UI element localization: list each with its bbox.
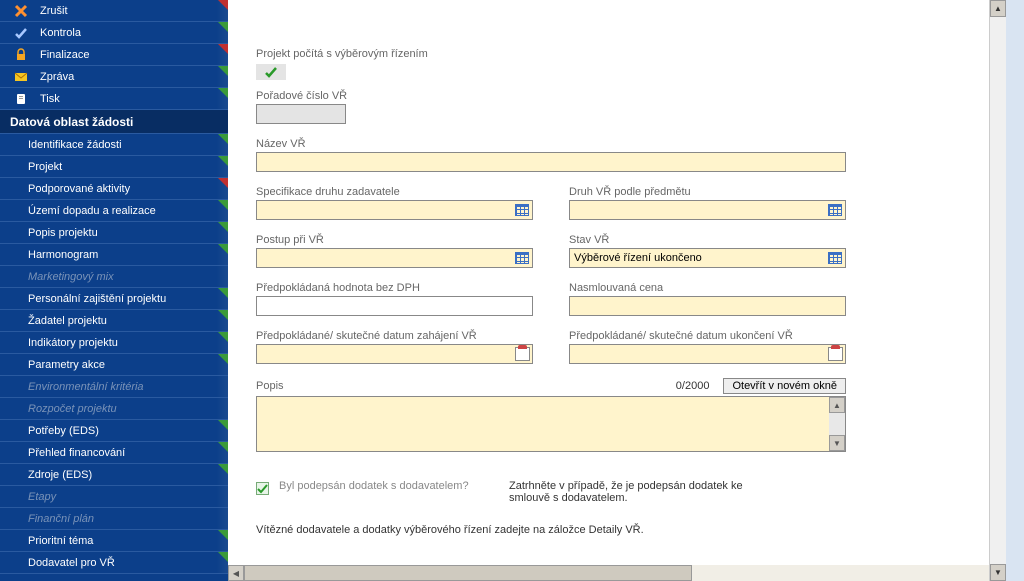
nazev-label: Název VŘ <box>256 138 846 150</box>
sidebar-label: Zpráva <box>40 71 74 83</box>
predp-hodnota-input[interactable] <box>256 296 533 316</box>
sidebar-item-etapy[interactable]: Etapy <box>0 486 228 508</box>
scroll-down-icon[interactable]: ▼ <box>829 435 845 451</box>
dodatek-row: Byl podepsán dodatek s dodavatelem? Zatr… <box>256 480 846 504</box>
sidebar-item-dodavatel[interactable]: Dodavatel pro VŘ <box>0 552 228 574</box>
dodatek-checkbox[interactable] <box>256 482 269 495</box>
sidebar-label: Finalizace <box>40 49 90 61</box>
sidebar-item-indikatory[interactable]: Indikátory projektu <box>0 332 228 354</box>
sidebar-label: Zrušit <box>40 5 68 17</box>
sidebar-item-popis[interactable]: Popis projektu <box>0 222 228 244</box>
picker-icon[interactable] <box>512 201 532 219</box>
sidebar-item-parametry[interactable]: Parametry akce <box>0 354 228 376</box>
datum-zahaj-label: Předpokládané/ skutečné datum zahájení V… <box>256 330 533 342</box>
main-form: Projekt počítá s výběrovým řízením Pořad… <box>228 0 1006 581</box>
horizontal-scrollbar[interactable]: ◀ ▶ <box>228 565 1006 581</box>
mail-icon <box>14 70 28 84</box>
check-icon <box>14 26 28 40</box>
sidebar-item-financni[interactable]: Finanční plán <box>0 508 228 530</box>
datum-zahaj-input[interactable] <box>256 344 533 364</box>
textarea-scrollbar[interactable]: ▲ ▼ <box>829 397 845 451</box>
sidebar-item-zadatel[interactable]: Žadatel projektu <box>0 310 228 332</box>
projekt-pocita-checkbox[interactable] <box>256 64 286 80</box>
sidebar-item-podporovane[interactable]: Podporované aktivity <box>0 178 228 200</box>
nasml-cena-input[interactable] <box>569 296 846 316</box>
popis-textarea[interactable]: ▲ ▼ <box>256 396 846 452</box>
sidebar-top-finalizace[interactable]: Finalizace <box>0 44 228 66</box>
stav-label: Stav VŘ <box>569 234 846 246</box>
nasml-cena-label: Nasmlouvaná cena <box>569 282 846 294</box>
poradove-label: Pořadové číslo VŘ <box>256 90 846 102</box>
lock-icon <box>14 48 28 62</box>
datum-ukon-label: Předpokládané/ skutečné datum ukončení V… <box>569 330 846 342</box>
vertical-scrollbar[interactable]: ▲ ▼ <box>989 0 1006 581</box>
poradove-input[interactable] <box>256 104 346 124</box>
scroll-left-icon[interactable]: ◀ <box>228 565 244 581</box>
sidebar-item-projekt[interactable]: Projekt <box>0 156 228 178</box>
sidebar-top-kontrola[interactable]: Kontrola <box>0 22 228 44</box>
sidebar-item-harmonogram[interactable]: Harmonogram <box>0 244 228 266</box>
stav-input[interactable]: Výběrové řízení ukončeno <box>569 248 846 268</box>
sidebar-item-zdroje[interactable]: Zdroje (EDS) <box>0 464 228 486</box>
picker-icon[interactable] <box>825 249 845 267</box>
sidebar-label: Kontrola <box>40 27 81 39</box>
popis-counter: 0/2000 <box>676 380 710 392</box>
sidebar-item-identifikace[interactable]: Identifikace žádosti <box>0 134 228 156</box>
sidebar-item-env[interactable]: Environmentální kritéria <box>0 376 228 398</box>
druh-input[interactable] <box>569 200 846 220</box>
spec-label: Specifikace druhu zadavatele <box>256 186 533 198</box>
sidebar-item-rozpocet[interactable]: Rozpočet projektu <box>0 398 228 420</box>
sidebar-item-marketing[interactable]: Marketingový mix <box>0 266 228 288</box>
picker-icon[interactable] <box>825 201 845 219</box>
calendar-icon[interactable] <box>512 345 532 363</box>
sidebar: Zrušit Kontrola Finalizace Zpráva <box>0 0 228 581</box>
picker-icon[interactable] <box>512 249 532 267</box>
popis-label: Popis <box>256 380 284 392</box>
sidebar-section-header: Datová oblast žádosti <box>0 110 228 134</box>
projekt-pocita-label: Projekt počítá s výběrovým řízením <box>256 48 846 60</box>
calendar-icon[interactable] <box>825 345 845 363</box>
sidebar-item-prioritni[interactable]: Prioritní téma <box>0 530 228 552</box>
sidebar-label: Tisk <box>40 93 60 105</box>
print-icon <box>14 92 28 106</box>
sidebar-item-prehled[interactable]: Přehled financování <box>0 442 228 464</box>
sidebar-item-personalni[interactable]: Personální zajištění projektu <box>0 288 228 310</box>
postup-label: Postup při VŘ <box>256 234 533 246</box>
nazev-input[interactable] <box>256 152 846 172</box>
sidebar-item-potreby[interactable]: Potřeby (EDS) <box>0 420 228 442</box>
sidebar-top-tisk[interactable]: Tisk <box>0 88 228 110</box>
predp-hodnota-label: Předpokládaná hodnota bez DPH <box>256 282 533 294</box>
sidebar-top-zprava[interactable]: Zpráva <box>0 66 228 88</box>
dodatek-check-label: Byl podepsán dodatek s dodavatelem? <box>279 480 499 492</box>
scroll-down-icon[interactable]: ▼ <box>990 564 1006 581</box>
spec-input[interactable] <box>256 200 533 220</box>
scroll-up-icon[interactable]: ▲ <box>990 0 1006 17</box>
stav-value: Výběrové řízení ukončeno <box>574 252 702 264</box>
cancel-icon <box>14 4 28 18</box>
bottom-note: Vítězné dodavatele a dodatky výběrového … <box>256 524 846 536</box>
sidebar-item-uzemi[interactable]: Území dopadu a realizace <box>0 200 228 222</box>
dodatek-desc: Zatrhněte v případě, že je podepsán doda… <box>509 480 779 504</box>
postup-input[interactable] <box>256 248 533 268</box>
scroll-up-icon[interactable]: ▲ <box>829 397 845 413</box>
open-new-window-button[interactable]: Otevřít v novém okně <box>723 378 846 394</box>
druh-label: Druh VŘ podle předmětu <box>569 186 846 198</box>
datum-ukon-input[interactable] <box>569 344 846 364</box>
sidebar-top-zrusit[interactable]: Zrušit <box>0 0 228 22</box>
